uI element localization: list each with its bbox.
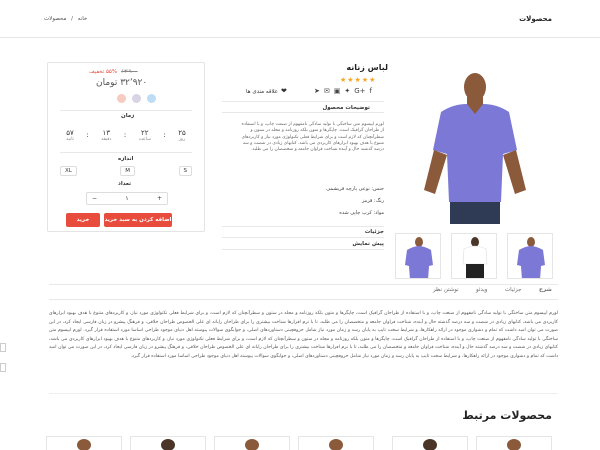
heart-icon: ❤	[281, 87, 287, 95]
description-text: لورم ایپسوم متن ساختگی با تولید سادگی نا…	[241, 122, 384, 153]
timer-hours-unit: ساعت	[138, 136, 151, 142]
related-card-3[interactable]	[214, 436, 290, 450]
related-card-1[interactable]	[46, 436, 122, 450]
instagram-icon[interactable]: ▣	[334, 88, 341, 95]
related-card-5[interactable]	[392, 436, 468, 450]
related-image-4	[329, 439, 343, 450]
breadcrumb-home[interactable]: خانه	[78, 16, 88, 22]
material-label: جنس:	[371, 186, 384, 192]
qty-plus-icon[interactable]: +	[157, 195, 162, 202]
qty-minus-icon[interactable]: −	[92, 195, 97, 202]
size-label: اندازه	[118, 156, 134, 162]
add-to-cart-button[interactable]: اضافه کردن به سبد خرید	[104, 213, 172, 227]
old-price: ۶۳٬۹۰۰	[121, 69, 138, 75]
related-card-6[interactable]	[476, 436, 552, 450]
tab-details[interactable]: جزئیات	[505, 287, 521, 293]
time-label: زمان	[121, 113, 135, 119]
fabric-label: مواد:	[373, 210, 384, 216]
buy-now-button[interactable]: خرید	[66, 213, 100, 227]
thumbnail-1[interactable]	[395, 233, 441, 279]
timer-minutes: ۱۳ دقیقه	[101, 129, 111, 142]
countdown-timer: ۲۵ روز : ۲۲ ساعت : ۱۳ دقیقه : ۵۷ ثانیه	[60, 123, 192, 147]
page-title: محصولات	[519, 15, 552, 23]
product-long-description: لورم ایپسوم متن ساختگی با تولید سادگی نا…	[49, 311, 558, 359]
attribute-material: جنس: نوعی پارچه فریشمی	[326, 186, 384, 192]
google-plus-icon[interactable]: G+	[354, 88, 365, 95]
related-card-4[interactable]	[298, 436, 374, 450]
breadcrumb-current: محصولات	[44, 16, 67, 22]
main-image	[393, 62, 556, 224]
preview-title: پیش نمایش	[352, 241, 384, 247]
share-icon[interactable]: ➤	[314, 88, 320, 95]
breadcrumb-sep: /	[71, 16, 74, 22]
qty-value: ۱	[125, 195, 129, 202]
timer-seconds-unit: ثانیه	[66, 136, 74, 142]
related-card-2[interactable]	[130, 436, 206, 450]
timer-minutes-value: ۱۳	[102, 128, 111, 137]
related-image-1	[77, 439, 91, 450]
timer-hours-value: ۲۲	[141, 128, 149, 137]
timer-sep-3: :	[86, 131, 89, 139]
size-xl[interactable]: XL	[60, 166, 77, 176]
size-options: S M XL	[60, 166, 192, 176]
color-label: رنگ:	[374, 198, 384, 204]
timer-seconds-value: ۵۷	[66, 128, 74, 137]
description-title[interactable]: توضیحات محصول	[322, 105, 370, 111]
related-image-5	[423, 439, 437, 450]
floating-scroll-button-1[interactable]	[0, 343, 6, 352]
timer-minutes-unit: دقیقه	[101, 136, 112, 142]
rating-stars: ★★★★★	[340, 76, 377, 84]
attribute-fabric: مواد: کرپ چاپی شده	[339, 210, 384, 216]
model-image	[393, 62, 556, 224]
product-title: لباس زنانه	[346, 63, 388, 72]
floating-scroll-button-2[interactable]	[0, 363, 6, 372]
qty-label: تعداد	[118, 181, 132, 187]
related-products-title: محصولات مرتبط	[462, 409, 552, 422]
related-image-3	[245, 439, 259, 450]
tab-video[interactable]: ویدئو	[476, 287, 487, 293]
email-icon[interactable]: ✉	[324, 88, 330, 95]
wishlist-link[interactable]: ❤ علاقه مندی ها	[246, 88, 287, 95]
related-image-2	[161, 439, 175, 450]
facebook-icon[interactable]: f	[370, 88, 372, 95]
size-m[interactable]: M	[120, 166, 136, 176]
tab-write-review[interactable]: نوشتن نظر	[433, 287, 459, 293]
thumbnail-2[interactable]	[451, 233, 497, 279]
price-old-row: ۶۳٬۹۰۰ ۵۵% تخفیف	[89, 69, 138, 75]
quantity-stepper[interactable]: − ۱ +	[86, 192, 168, 205]
size-s[interactable]: S	[178, 166, 192, 176]
swatch-peach[interactable]	[117, 94, 126, 103]
wishlist-label: علاقه مندی ها	[246, 88, 279, 95]
fabric-value: کرپ چاپی شده	[339, 210, 372, 216]
twitter-icon[interactable]: ✦	[344, 88, 350, 95]
timer-seconds: ۵۷ ثانیه	[66, 129, 74, 142]
details-title: جزئیات	[364, 229, 384, 235]
swatch-blue[interactable]	[147, 94, 156, 103]
discount-label: ۵۵% تخفیف	[89, 69, 118, 75]
social-icons: ➤ ✉ ▣ ✦ G+ f	[314, 88, 372, 95]
tabs-top-line	[49, 284, 558, 285]
tab-description[interactable]: شرح	[539, 287, 552, 293]
timer-days-unit: روز	[178, 136, 186, 142]
timer-days: ۲۵ روز	[178, 129, 186, 142]
tabs-bottom-line	[49, 299, 558, 300]
timer-sep-2: :	[123, 131, 127, 139]
attribute-color: رنگ: قرمز	[362, 198, 384, 204]
description-end-line	[49, 393, 558, 394]
related-image-6	[507, 439, 521, 450]
top-bar	[0, 0, 600, 38]
thumbnail-3[interactable]	[507, 233, 553, 279]
timer-days-value: ۲۵	[178, 128, 186, 137]
breadcrumb: خانه / محصولات	[44, 16, 87, 22]
timer-sep-1: :	[163, 131, 166, 139]
color-swatches	[117, 94, 156, 103]
timer-hours: ۲۲ ساعت	[139, 129, 151, 142]
color-value: قرمز	[361, 198, 373, 204]
current-price: ۳۲٬۹۲۰ تومان	[96, 78, 148, 88]
material-value: نوعی پارچه فریشمی	[326, 186, 370, 192]
swatch-lavender[interactable]	[132, 94, 141, 103]
details-bar[interactable]	[222, 226, 384, 238]
